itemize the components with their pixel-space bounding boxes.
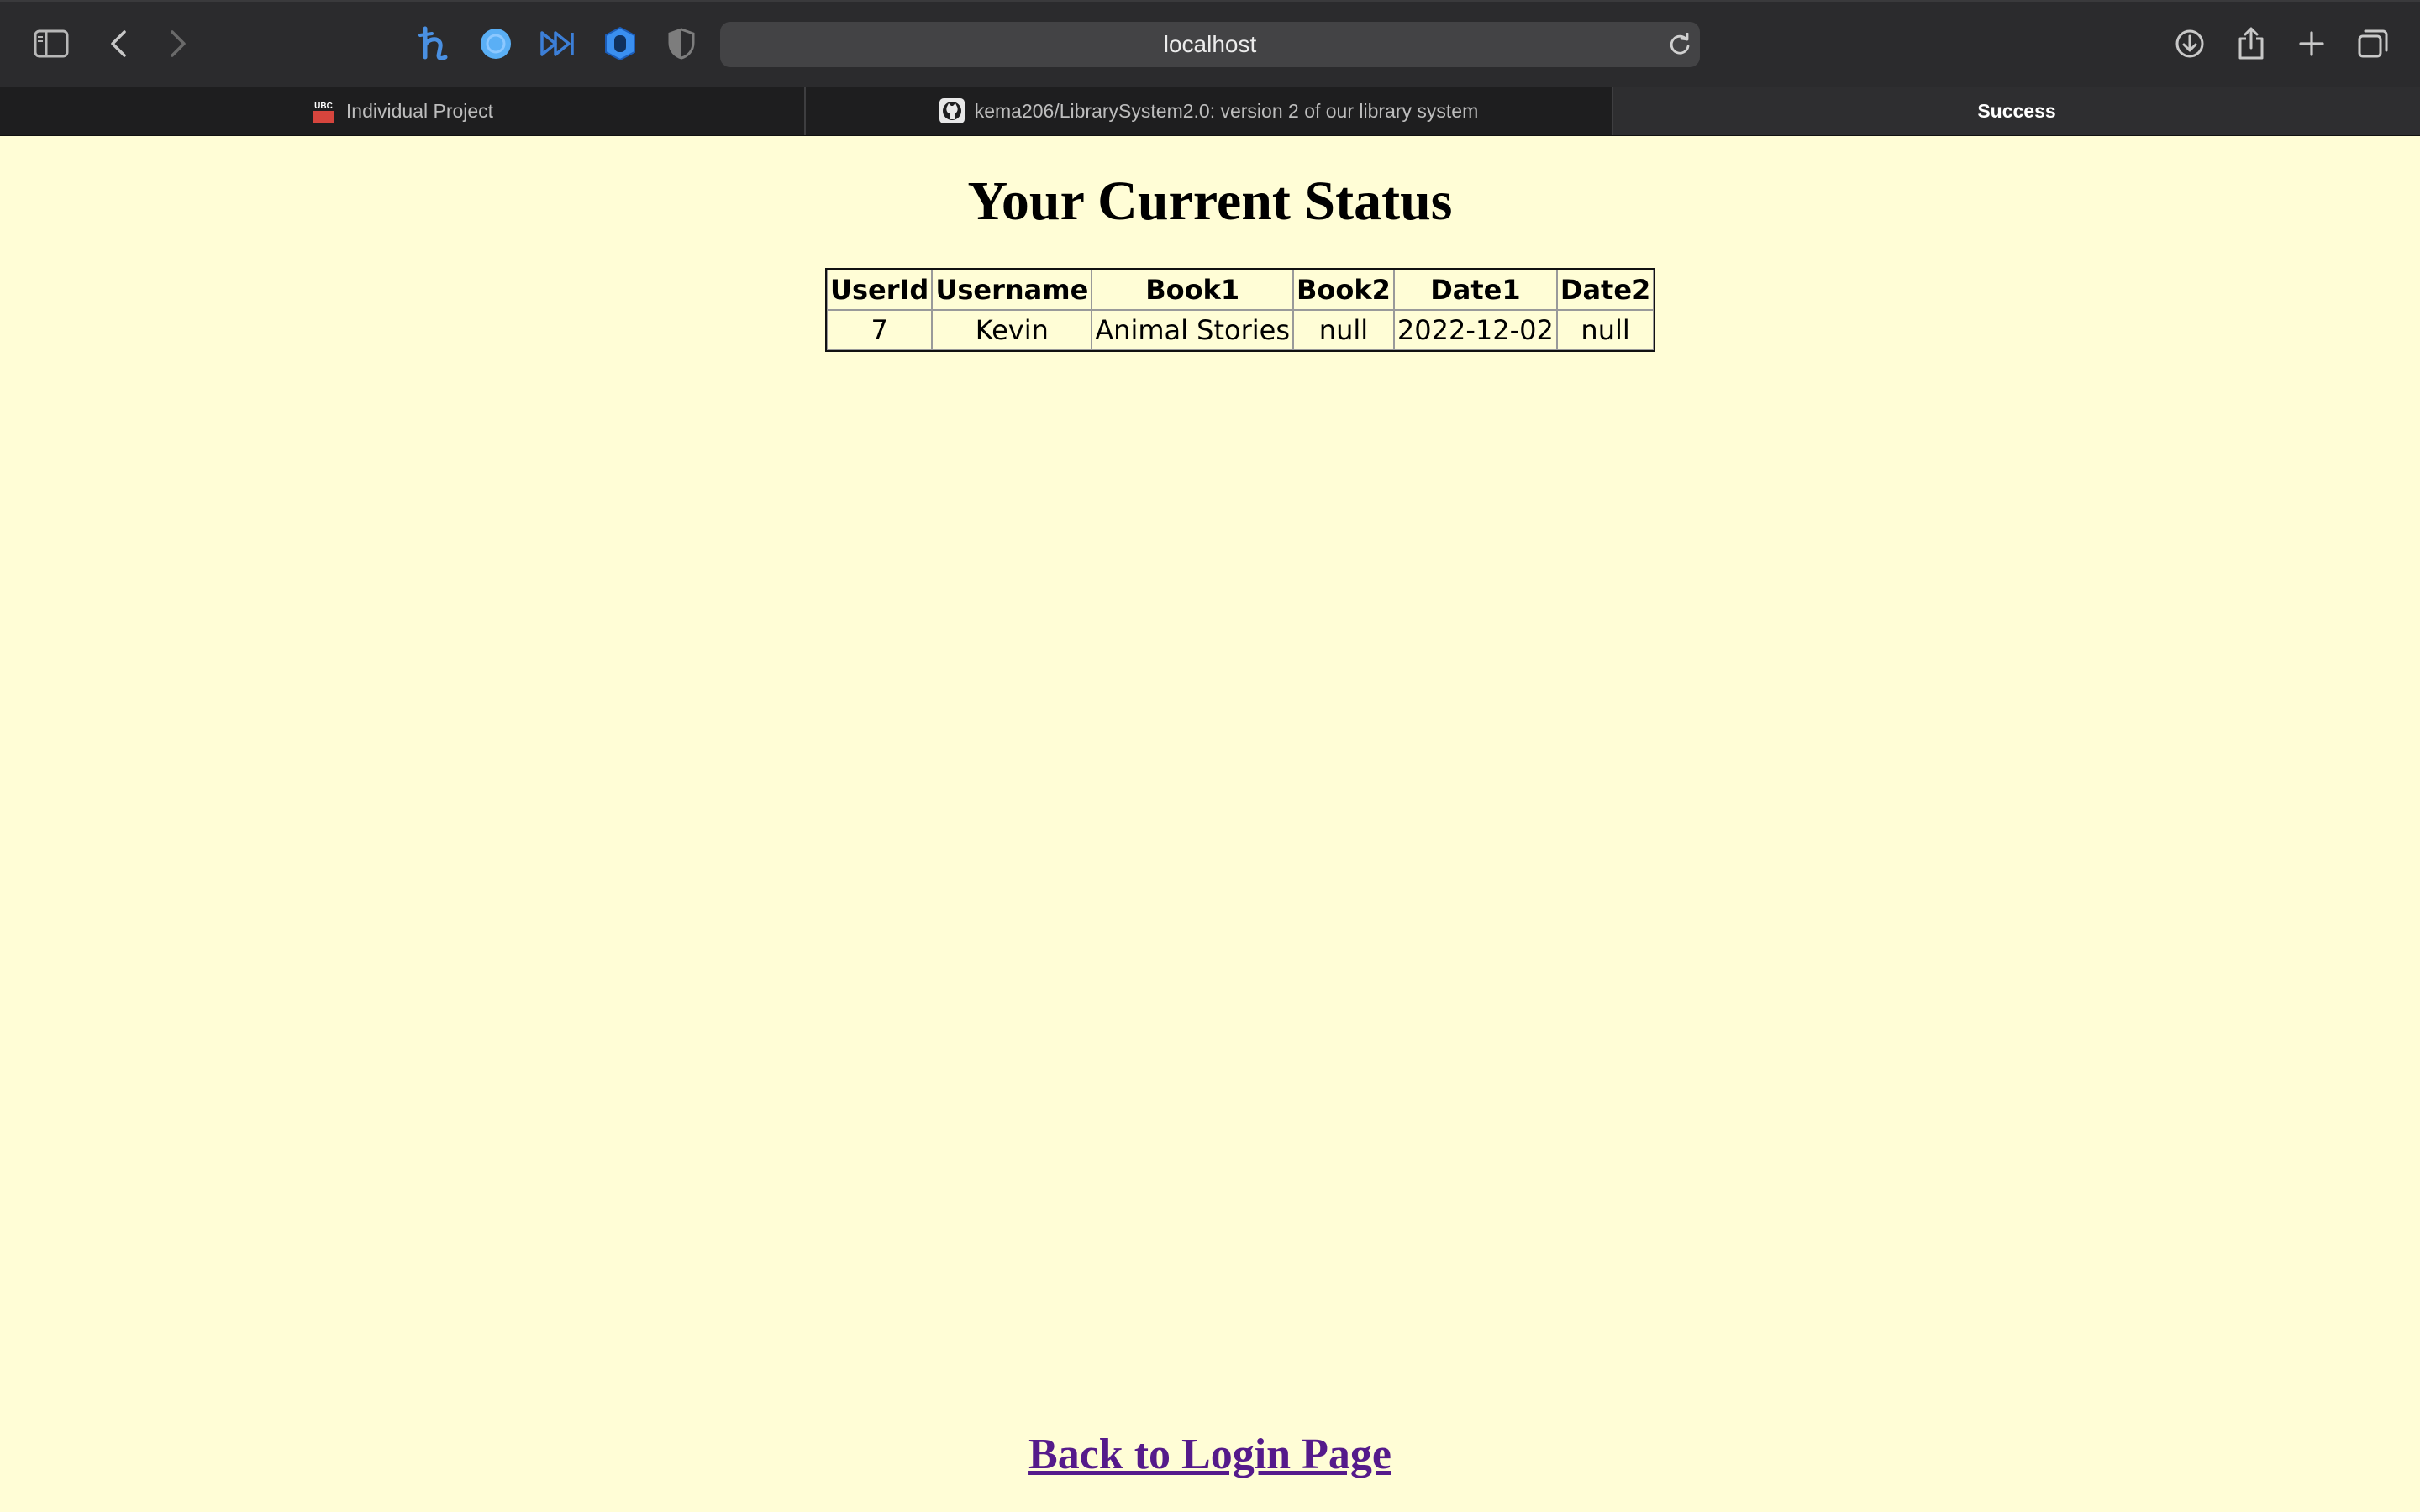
tab-label: Individual Project (345, 99, 494, 122)
sidebar-toggle-icon[interactable] (28, 20, 75, 67)
column-header-book1: Book1 (1092, 270, 1294, 310)
svg-text:UBC: UBC (314, 102, 333, 111)
cell-date2: null (1556, 310, 1655, 350)
back-to-login-link[interactable]: Back to Login Page (1028, 1431, 1392, 1478)
status-table: UserId Username Book1 Book2 Date1 Date2 … (825, 268, 1656, 352)
cell-username: Kevin (932, 310, 1092, 350)
extension-circle-icon[interactable] (472, 20, 519, 67)
tab-github-repo[interactable]: kema206/LibrarySystem2.0: version 2 of o… (806, 87, 1613, 135)
tab-overview-icon[interactable] (2349, 20, 2396, 67)
column-header-date2: Date2 (1556, 270, 1655, 310)
address-bar[interactable]: localhost (720, 22, 1700, 67)
column-header-book2: Book2 (1293, 270, 1394, 310)
github-icon (939, 98, 965, 123)
browser-toolbar: localhost (0, 0, 2420, 87)
ubc-logo-icon: UBC (310, 98, 336, 123)
tab-label: kema206/LibrarySystem2.0: version 2 of o… (974, 99, 1479, 122)
column-header-username: Username (932, 270, 1092, 310)
page-title: Your Current Status (967, 171, 1453, 232)
url-text: localhost (1163, 31, 1257, 57)
privacy-shield-icon[interactable] (658, 20, 705, 67)
tab-bar: UBC Individual Project kema206/LibrarySy… (0, 87, 2420, 136)
table-row: 7 Kevin Animal Stories null 2022-12-02 n… (827, 310, 1655, 350)
tab-label: Success (1977, 99, 2056, 122)
column-header-date1: Date1 (1393, 270, 1557, 310)
new-tab-plus-icon[interactable] (2288, 20, 2335, 67)
share-icon[interactable] (2228, 20, 2275, 67)
back-arrow-icon[interactable] (95, 20, 142, 67)
blocker-extension-icon[interactable] (597, 20, 644, 67)
reload-icon[interactable] (1668, 32, 1691, 56)
cell-book1: Animal Stories (1092, 310, 1294, 350)
tab-individual-project[interactable]: UBC Individual Project (0, 87, 806, 135)
back-link-container: Back to Login Page (0, 1421, 2420, 1488)
forward-arrow-icon[interactable] (155, 20, 202, 67)
fast-forward-extension-icon[interactable] (534, 20, 581, 67)
cell-date1: 2022-12-02 (1393, 310, 1557, 350)
table-header-row: UserId Username Book1 Book2 Date1 Date2 (827, 270, 1655, 310)
downloads-icon[interactable] (2166, 20, 2213, 67)
honey-extension-icon[interactable] (410, 20, 457, 67)
column-header-userid: UserId (827, 270, 933, 310)
cell-userid: 7 (827, 310, 933, 350)
cell-book2: null (1293, 310, 1394, 350)
tab-success[interactable]: Success (1613, 87, 2420, 135)
